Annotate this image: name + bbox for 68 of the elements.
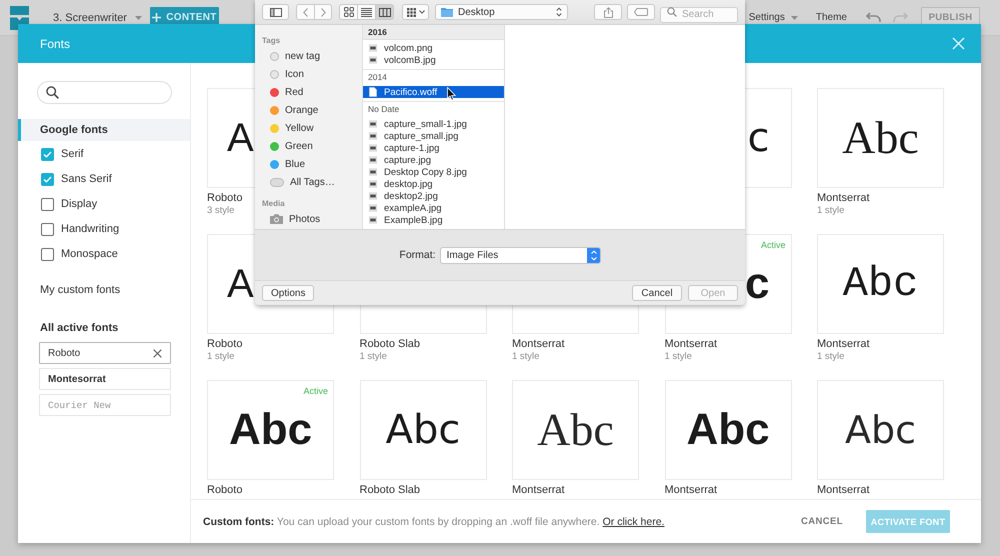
font-name: Montserrat bbox=[817, 483, 870, 497]
sidebar-item-label: Orange bbox=[285, 104, 318, 116]
sidebar-heading: Media bbox=[262, 198, 285, 210]
sidebar-item-label: Photos bbox=[289, 214, 320, 224]
filter-label: Handwriting bbox=[61, 223, 120, 235]
file-name: capture_small.jpg bbox=[384, 130, 458, 142]
style-count: 1 style bbox=[512, 351, 540, 363]
sidebar-item-label: Icon bbox=[285, 68, 304, 80]
filter-label: Sans Serif bbox=[61, 173, 112, 185]
font-sample: A bbox=[227, 118, 254, 158]
format-label: Format: bbox=[399, 249, 436, 261]
style-count: 1 style bbox=[360, 351, 387, 363]
font-name: Montserrat bbox=[817, 191, 870, 205]
sidebar-item-label: new tag bbox=[285, 50, 320, 62]
file-name: capture.jpg bbox=[384, 154, 432, 166]
sidebar-item-label: Yellow bbox=[285, 122, 314, 134]
font-name: Roboto Slab bbox=[360, 483, 420, 497]
file-name: ExampleB.jpg bbox=[384, 214, 443, 226]
style-count: 1 style bbox=[664, 351, 692, 363]
file-name: desktop.jpg bbox=[384, 178, 433, 190]
style-count: 1 style bbox=[817, 205, 844, 217]
file-name: volcom.png bbox=[384, 42, 433, 54]
filter-label: Serif bbox=[61, 148, 84, 160]
font-sample: Abc bbox=[842, 115, 919, 161]
font-name: Montserrat bbox=[817, 337, 870, 351]
filter-label: Display bbox=[61, 198, 98, 210]
file-name: capture-1.jpg bbox=[384, 142, 440, 154]
file-name: exampleA.jpg bbox=[384, 202, 442, 214]
section-heading: All active fonts bbox=[40, 321, 118, 335]
active-font-name: Montesorrat bbox=[48, 374, 106, 384]
modal-title: Fonts bbox=[40, 36, 70, 50]
font-name: Roboto Slab bbox=[360, 337, 420, 351]
style-count: 1 style bbox=[817, 351, 844, 363]
active-label: Active bbox=[303, 386, 328, 397]
sidebar-item-label: Blue bbox=[285, 158, 306, 170]
sidebar-item-label: Red bbox=[285, 86, 304, 98]
sidebar-heading: Tags bbox=[262, 35, 280, 47]
style-count: 3 style bbox=[207, 205, 234, 217]
font-name: Roboto bbox=[207, 483, 242, 497]
font-name: Montserrat bbox=[664, 337, 718, 351]
file-name: desktop2.jpg bbox=[384, 190, 438, 202]
file-name: volcomB.jpg bbox=[384, 54, 436, 66]
font-name: Montserrat bbox=[664, 483, 718, 497]
font-name: Roboto bbox=[207, 191, 242, 205]
font-sample: Abc bbox=[537, 407, 614, 453]
filter-label: Monospace bbox=[61, 248, 118, 260]
style-count: 1 style bbox=[207, 351, 234, 363]
font-name: Montserrat bbox=[512, 483, 565, 497]
font-name: Roboto bbox=[207, 337, 242, 351]
font-sample: Abc bbox=[842, 263, 918, 305]
file-name: capture_small-1.jpg bbox=[384, 118, 467, 130]
date-group-header: 2016 bbox=[363, 25, 504, 40]
file-name: Pacifico.woff bbox=[384, 86, 438, 98]
font-name: Montserrat bbox=[512, 337, 565, 351]
active-font-name: Courier New bbox=[48, 400, 111, 410]
font-sample: Abc bbox=[228, 408, 312, 452]
font-sample: c bbox=[745, 262, 770, 306]
active-font-name: Roboto bbox=[48, 348, 80, 358]
font-sample: Abc bbox=[844, 411, 916, 449]
file-name: Desktop Copy 8.jpg bbox=[384, 166, 467, 178]
custom-fonts-note: Custom fonts: You can upload your custom fonts by dropping an .woff file anywhere. Or click here. bbox=[203, 516, 664, 528]
active-label: Active bbox=[760, 240, 786, 251]
font-sample: Abc bbox=[386, 410, 460, 450]
sidebar-item-label: All Tags… bbox=[290, 176, 335, 188]
sidebar-item-label: Green bbox=[285, 140, 313, 152]
font-sample: A bbox=[227, 264, 254, 304]
font-sample: Abc bbox=[686, 408, 770, 452]
font-sample: c bbox=[748, 118, 770, 158]
